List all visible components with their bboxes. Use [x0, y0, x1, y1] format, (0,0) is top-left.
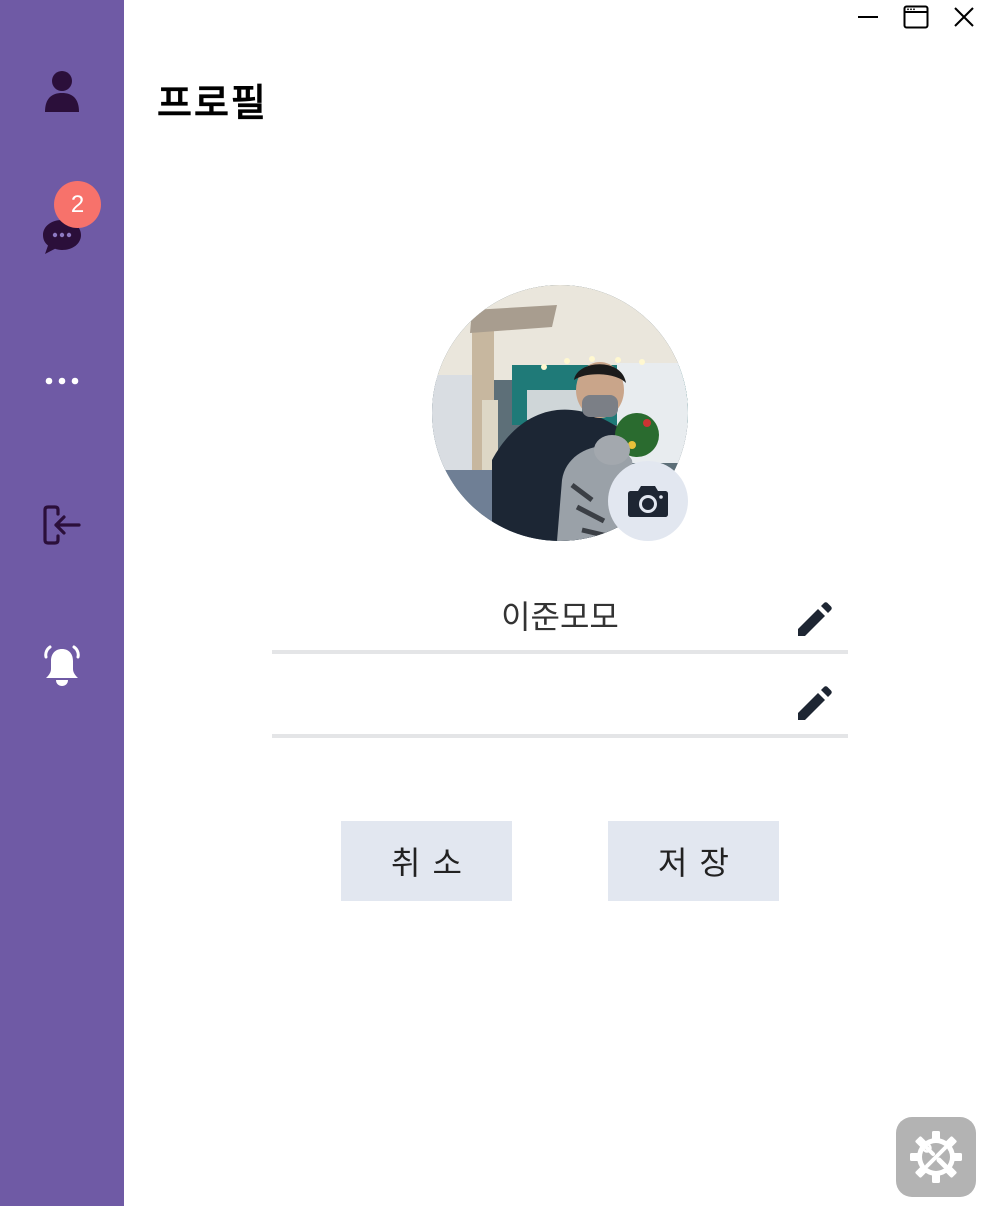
- pencil-icon: [798, 602, 832, 636]
- user-icon: [45, 71, 79, 112]
- logout-icon: [43, 505, 81, 545]
- minimize-button[interactable]: [851, 4, 885, 30]
- close-button[interactable]: [947, 4, 981, 30]
- camera-icon: [628, 486, 668, 517]
- settings-button[interactable]: [896, 1117, 976, 1197]
- sidebar: 2: [0, 0, 124, 1206]
- chat-unread-badge: 2: [54, 181, 101, 228]
- sidebar-item-more[interactable]: [0, 336, 124, 426]
- settings-tools-icon: [910, 1131, 962, 1183]
- close-icon: [954, 7, 974, 27]
- sidebar-item-logout[interactable]: [0, 480, 124, 570]
- page-title: 프로필: [157, 81, 268, 125]
- bell-icon: [44, 645, 80, 686]
- sidebar-item-notifications[interactable]: [0, 622, 124, 712]
- cancel-button[interactable]: 취소: [341, 821, 512, 901]
- app-window: 2 프로필 이준모모 취소 저장: [0, 0, 987, 1206]
- nickname-field[interactable]: 이준모모: [272, 584, 848, 654]
- sidebar-item-profile[interactable]: [0, 47, 124, 137]
- nickname-text: 이준모모: [501, 598, 619, 636]
- pencil-icon: [798, 686, 832, 720]
- save-button[interactable]: 저장: [608, 821, 779, 901]
- maximize-button[interactable]: [899, 4, 933, 30]
- more-dots-icon: [45, 377, 79, 385]
- window-icon: [903, 5, 929, 29]
- status-message-field[interactable]: [272, 668, 848, 738]
- edit-status-message-button[interactable]: [794, 684, 834, 724]
- minimize-icon: [858, 16, 878, 18]
- edit-nickname-button[interactable]: [794, 600, 834, 640]
- change-photo-button[interactable]: [608, 461, 688, 541]
